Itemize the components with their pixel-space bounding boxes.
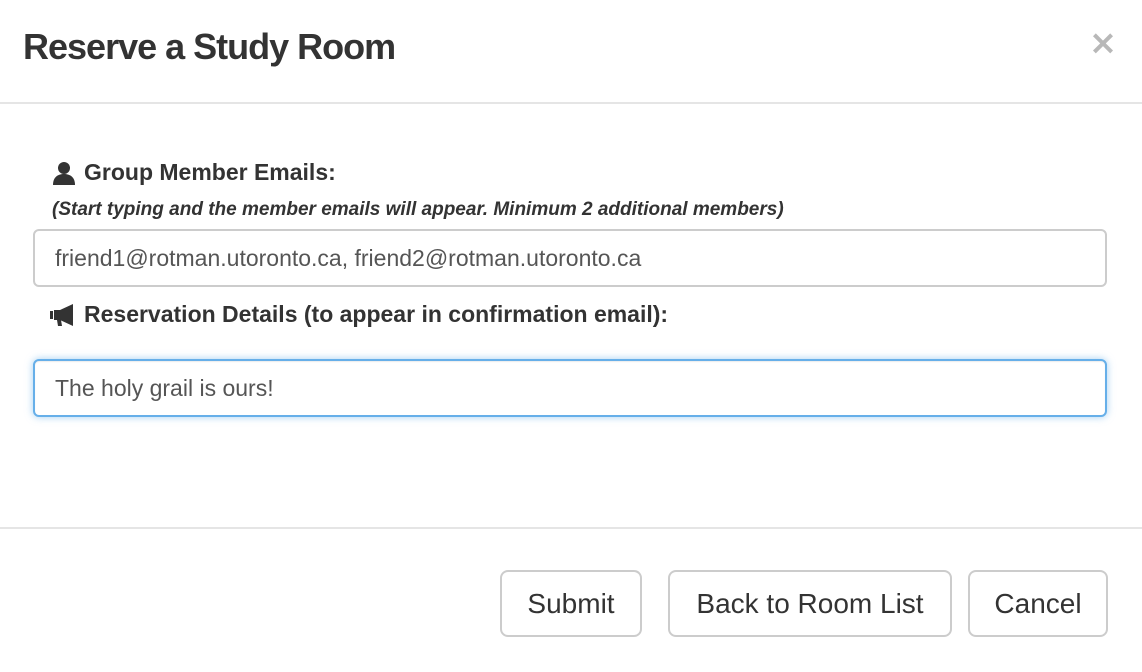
emails-label-text: Group Member Emails: bbox=[84, 159, 336, 185]
reservation-details-input[interactable] bbox=[33, 359, 1107, 417]
close-button[interactable]: × bbox=[1088, 26, 1118, 60]
submit-button[interactable]: Submit bbox=[500, 570, 642, 637]
group-member-emails-input[interactable] bbox=[33, 229, 1107, 287]
reserve-room-modal: Reserve a Study Room × Group Member Emai… bbox=[0, 0, 1142, 672]
emails-hint: (Start typing and the member emails will… bbox=[52, 199, 784, 220]
reservation-details-label: Reservation Details (to appear in confir… bbox=[50, 301, 668, 328]
modal-title: Reserve a Study Room bbox=[23, 26, 396, 67]
user-icon bbox=[53, 161, 75, 185]
group-member-emails-label: Group Member Emails: bbox=[52, 159, 336, 186]
cancel-button[interactable]: Cancel bbox=[968, 570, 1108, 637]
details-label-text: Reservation Details (to appear in confir… bbox=[84, 301, 669, 327]
back-to-room-list-button[interactable]: Back to Room List bbox=[668, 570, 952, 637]
bullhorn-icon bbox=[50, 303, 73, 326]
modal-header: Reserve a Study Room × bbox=[0, 0, 1142, 104]
modal-footer: Submit Back to Room List Cancel bbox=[0, 527, 1142, 672]
